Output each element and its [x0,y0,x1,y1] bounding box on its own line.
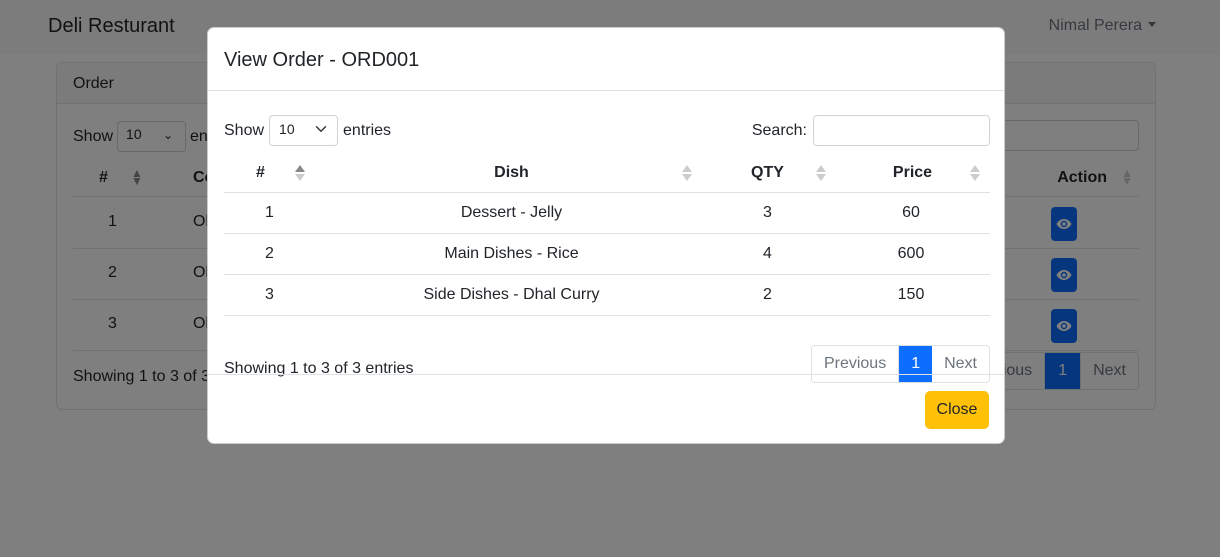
search-label: Search: [751,121,807,139]
cell-price: 600 [835,233,990,275]
table-row: 2 Main Dishes - Rice 4 600 [224,233,990,275]
cell-num: 2 [224,233,314,275]
cell-dish: Main Dishes - Rice [314,233,700,275]
cell-dish: Dessert - Jelly [314,192,700,234]
header-qty[interactable]: QTY [700,154,835,193]
entries-label: entries [343,121,392,139]
modal-title: View Order - ORD001 [224,49,420,71]
cell-price: 60 [835,192,990,234]
sort-icon [682,165,692,183]
cell-price: 150 [835,274,990,316]
cell-num: 1 [224,192,314,234]
entries-length-select[interactable]: 10 [269,115,339,146]
sort-icon [970,165,980,183]
cell-num: 3 [224,274,314,316]
order-items-table: # Dish QTY Price 1 Dessert - Jelly 3 60 … [224,154,990,316]
header-num[interactable]: # [224,154,314,193]
show-label: Show [224,121,265,139]
cell-qty: 2 [700,274,835,316]
search-input[interactable] [813,115,990,146]
cell-qty: 4 [700,233,835,275]
table-row: 3 Side Dishes - Dhal Curry 2 150 [224,274,990,316]
modal-body: Show 10 entries Search: # Dish QTY Price… [224,91,990,383]
search-control: Search: [752,115,990,146]
chevron-down-icon [315,126,327,132]
sort-asc-icon [295,165,305,183]
modal-header: View Order - ORD001 [208,28,1004,91]
table-row: 1 Dessert - Jelly 3 60 [224,192,990,234]
header-price[interactable]: Price [835,154,990,193]
modal-footer: Close [208,374,1004,444]
length-value: 10 [279,121,295,137]
close-button[interactable]: Close [925,391,989,429]
header-dish[interactable]: Dish [314,154,700,193]
length-control: Show 10 entries [224,115,391,146]
cell-dish: Side Dishes - Dhal Curry [314,274,700,316]
cell-qty: 3 [700,192,835,234]
sort-icon [816,165,826,183]
table-header-row: # Dish QTY Price [224,154,990,193]
view-order-modal: View Order - ORD001 Show 10 entries Sear… [207,27,1005,444]
